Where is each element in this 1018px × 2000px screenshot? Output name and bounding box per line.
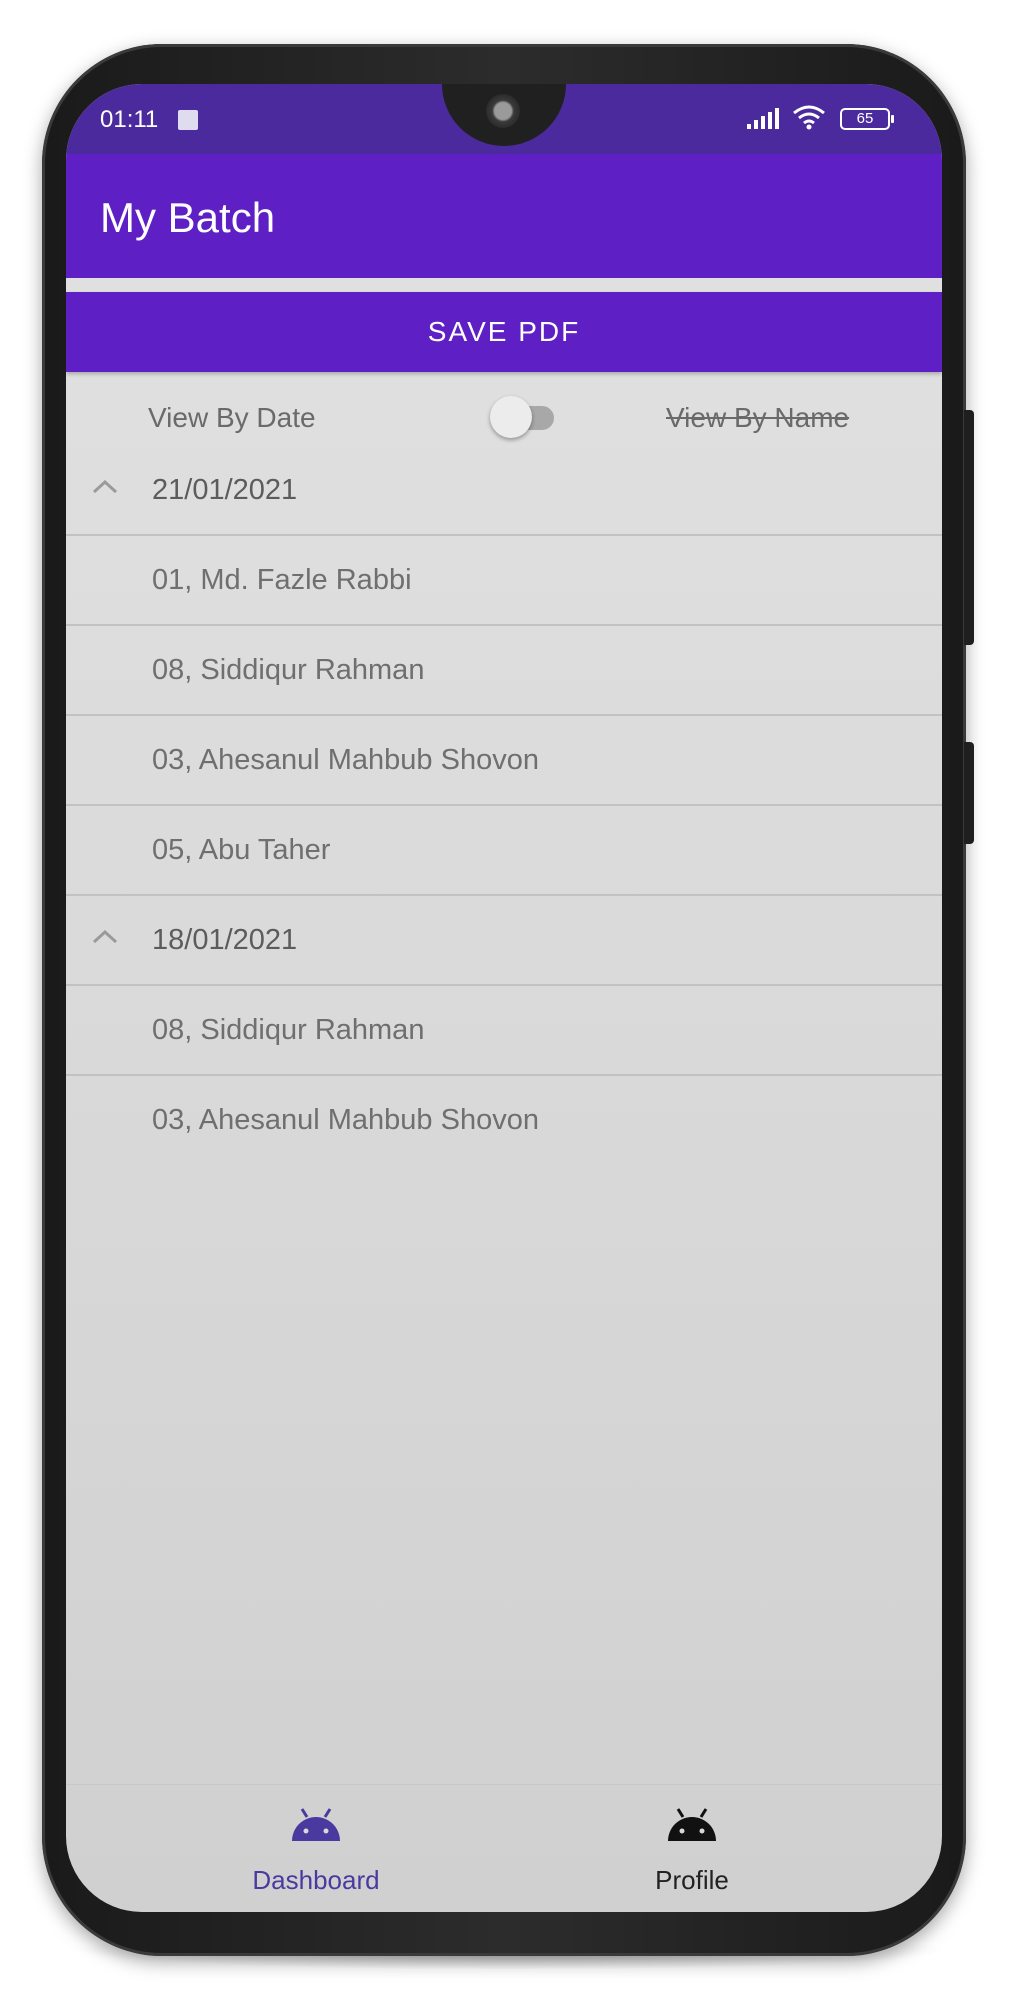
view-toggle-thumb[interactable] [490,396,532,438]
front-camera-icon [486,94,520,128]
student-entry: 03, Ahesanul Mahbub Shovon [152,744,539,776]
group-date: 18/01/2021 [152,924,298,956]
nav-profile-label: Profile [655,1865,729,1895]
android-icon [668,1808,716,1841]
group-date: 21/01/2021 [152,474,298,506]
volume-button [964,410,974,645]
app-bar: My Batch [66,154,942,278]
bottom-navigation: Dashboard Profile [66,1784,942,1912]
status-time: 01:11 [100,106,159,133]
view-by-date-label: View By Date [148,402,316,433]
attendance-list: 21/01/2021 01, Md. Fazle Rabbi 08, Siddi… [66,446,942,1166]
list-item[interactable]: 03, Ahesanul Mahbub Shovon [66,1076,942,1166]
student-entry: 01, Md. Fazle Rabbi [152,564,412,596]
nav-profile[interactable]: Profile [542,1785,842,1912]
android-icon [292,1808,340,1841]
student-entry: 05, Abu Taher [152,834,331,866]
save-pdf-button[interactable]: SAVE PDF [66,292,942,372]
list-item[interactable]: 05, Abu Taher [66,806,942,896]
list-item[interactable]: 08, Siddiqur Rahman [66,626,942,716]
chevron-up-icon[interactable] [90,926,120,948]
signal-icon [747,108,779,129]
page-title: My Batch [100,194,276,241]
chevron-up-icon[interactable] [90,476,120,498]
view-by-name-label: View By Name [666,402,850,433]
student-entry: 08, Siddiqur Rahman [152,654,425,686]
power-button [964,742,974,844]
battery-icon: 65 [840,108,894,130]
nav-dashboard[interactable]: Dashboard [166,1785,466,1912]
phone-screen: 01:11 65 My Batch SAVE PDF View By Date … [66,84,942,1912]
list-item[interactable]: 08, Siddiqur Rahman [66,986,942,1076]
date-group-header[interactable]: 21/01/2021 [66,446,942,536]
nav-dashboard-label: Dashboard [252,1865,380,1895]
date-group-header[interactable]: 18/01/2021 [66,896,942,986]
list-item[interactable]: 03, Ahesanul Mahbub Shovon [66,716,942,806]
list-item[interactable]: 01, Md. Fazle Rabbi [66,536,942,626]
sd-card-icon [178,110,198,130]
wifi-icon [793,105,825,130]
student-entry: 08, Siddiqur Rahman [152,1014,425,1046]
student-entry: 03, Ahesanul Mahbub Shovon [152,1104,539,1136]
